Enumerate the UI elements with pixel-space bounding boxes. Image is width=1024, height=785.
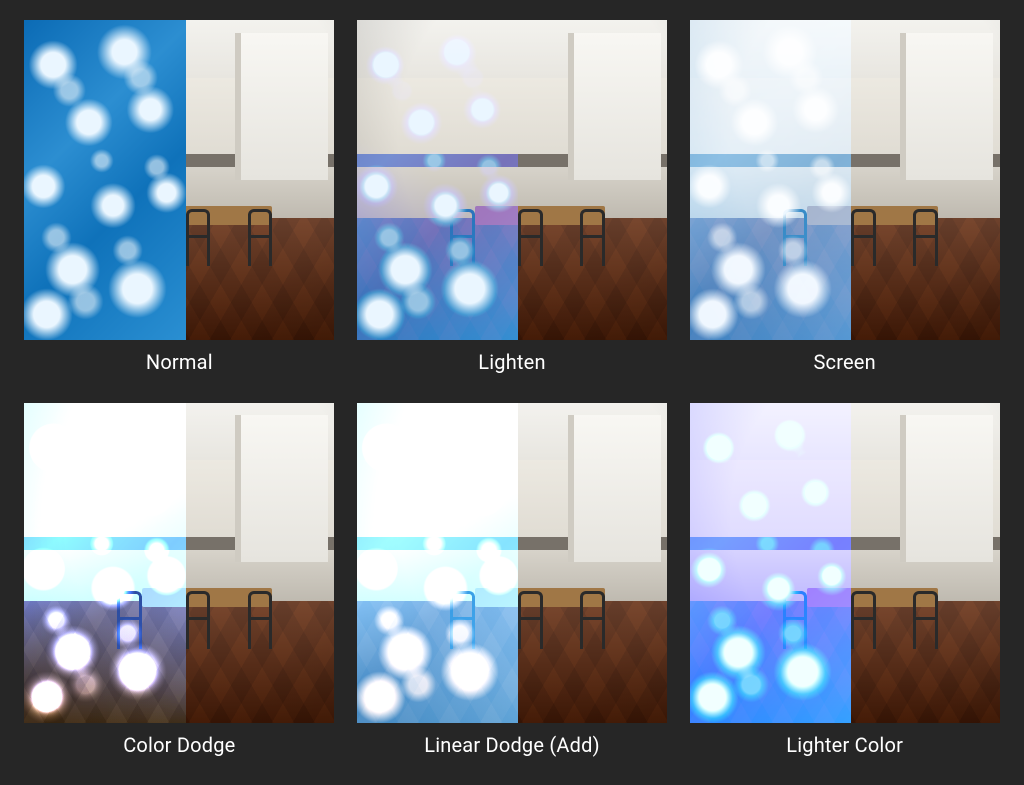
swatch-label: Color Dodge (123, 733, 235, 757)
swatch-screen (690, 20, 1000, 340)
swatch-normal (24, 20, 334, 340)
swatch-lighten (357, 20, 667, 340)
swatch-cell-normal: Normal (22, 20, 337, 385)
texture-overlay (357, 403, 518, 723)
swatch-label: Lighter Color (786, 733, 903, 757)
swatch-cell-lighten: Lighten (355, 20, 670, 385)
texture-overlay (357, 20, 518, 340)
swatch-label: Screen (813, 350, 875, 374)
swatch-cell-linear-dodge: Linear Dodge (Add) (355, 403, 670, 768)
swatch-linear-dodge (357, 403, 667, 723)
swatch-lighter-color (690, 403, 1000, 723)
swatch-cell-lighter-color: Lighter Color (687, 403, 1002, 768)
swatch-color-dodge (24, 403, 334, 723)
swatch-cell-screen: Screen (687, 20, 1002, 385)
swatch-label: Linear Dodge (Add) (424, 733, 600, 757)
texture-overlay (690, 403, 851, 723)
swatch-cell-color-dodge: Color Dodge (22, 403, 337, 768)
blend-mode-grid: Normal Lighten Screen (0, 0, 1024, 785)
swatch-label: Lighten (478, 350, 545, 374)
texture-overlay (690, 20, 851, 340)
swatch-label: Normal (146, 350, 213, 374)
texture-overlay (24, 20, 185, 340)
texture-overlay (24, 403, 185, 723)
